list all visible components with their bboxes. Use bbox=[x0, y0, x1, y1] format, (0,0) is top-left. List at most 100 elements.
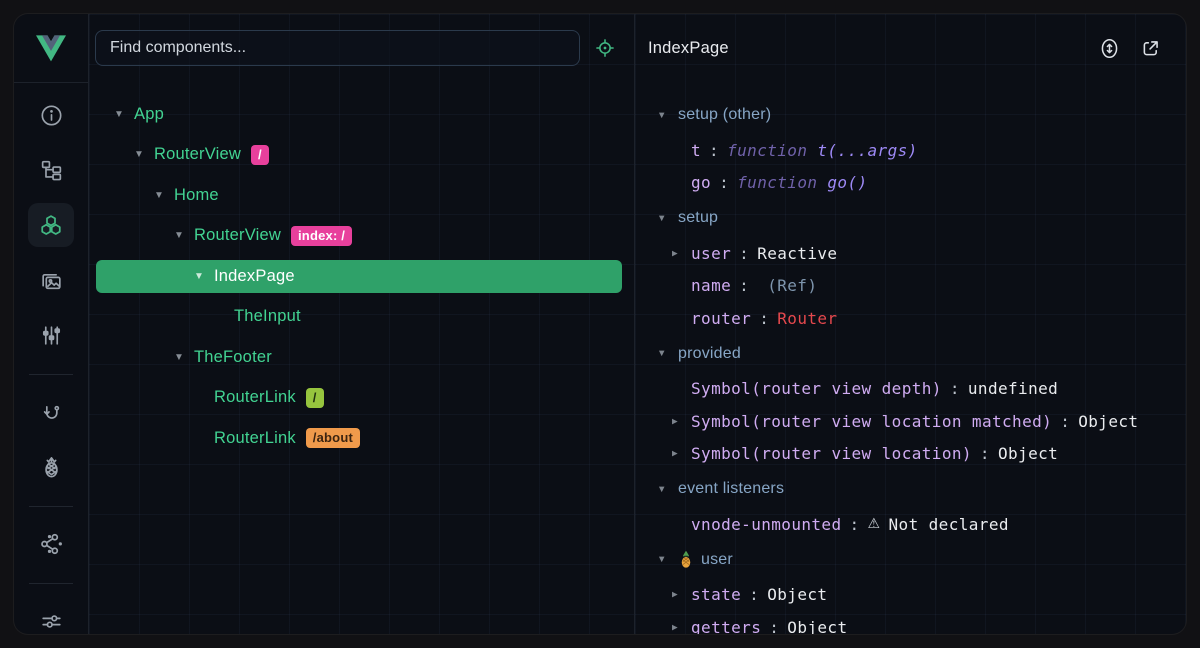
state-row[interactable]: ▶state:Object bbox=[635, 579, 1186, 612]
state-key: getters bbox=[691, 618, 761, 634]
tree-row[interactable]: TheInput bbox=[89, 297, 634, 338]
warning-icon: ⚠ bbox=[868, 516, 881, 532]
tree-row[interactable]: RouterLink/about bbox=[89, 418, 634, 459]
value-type-hint: (Ref) bbox=[767, 276, 817, 295]
component-name: IndexPage bbox=[214, 267, 295, 286]
key-value-separator: : bbox=[761, 618, 787, 634]
caret-right-icon[interactable]: ▶ bbox=[672, 589, 691, 600]
route-badge: /about bbox=[306, 428, 360, 448]
scroll-to-component-icon[interactable] bbox=[1097, 36, 1121, 60]
caret-down-icon[interactable]: ▼ bbox=[657, 348, 670, 359]
state-section: ▼ event listeners vnode-unmounted:⚠Not dec… bbox=[635, 470, 1186, 541]
section-header[interactable]: ▼ user bbox=[635, 541, 1186, 579]
key-value-separator: : bbox=[731, 276, 757, 295]
tree-row[interactable]: ▼App bbox=[89, 94, 634, 135]
caret-down-icon[interactable]: ▼ bbox=[113, 109, 125, 120]
rail-item-timeline[interactable] bbox=[28, 313, 74, 357]
component-name: RouterLink bbox=[214, 388, 296, 407]
state-key: vnode-unmounted bbox=[691, 515, 842, 534]
tree-row[interactable]: ▼ Home bbox=[89, 175, 634, 216]
caret-right-icon[interactable]: ▶ bbox=[672, 622, 691, 633]
caret-down-icon[interactable]: ▼ bbox=[657, 213, 670, 224]
state-key: Symbol(router view location matched) bbox=[691, 412, 1052, 431]
component-tree-icon bbox=[39, 158, 64, 183]
state-section: ▼providedSymbol(router view depth):undef… bbox=[635, 335, 1186, 471]
caret-right-icon[interactable]: ▶ bbox=[672, 248, 691, 259]
pinia-store-icon bbox=[678, 551, 694, 569]
inspector-header: IndexPage bbox=[635, 14, 1186, 82]
state-row: go:functiongo() bbox=[635, 167, 1186, 200]
state-row: t:functiont(...args) bbox=[635, 134, 1186, 167]
state-row: vnode-unmounted:⚠Not declared bbox=[635, 508, 1186, 541]
key-value-separator: : bbox=[731, 244, 757, 263]
caret-down-icon[interactable]: ▼ bbox=[657, 110, 670, 121]
section-header[interactable]: ▼setup bbox=[635, 199, 1186, 237]
rail-item-pinia[interactable] bbox=[28, 445, 74, 489]
route-badge: / bbox=[251, 145, 269, 165]
caret-down-icon[interactable]: ▼ bbox=[153, 190, 165, 201]
state-section: ▼setup (other)t:functiont(...args)go:fun… bbox=[635, 96, 1186, 199]
key-value-separator: : bbox=[842, 515, 868, 534]
caret-down-icon[interactable]: ▼ bbox=[657, 554, 670, 565]
function-signature: go() bbox=[827, 173, 867, 192]
tree-row[interactable]: ▼RouterViewindex: / bbox=[89, 216, 634, 257]
tree-row[interactable]: ▼TheFooter bbox=[89, 337, 634, 378]
component-name: TheInput bbox=[234, 307, 301, 326]
component-name: Home bbox=[174, 186, 219, 205]
tree-row[interactable]: ▼ IndexPage bbox=[96, 260, 622, 293]
rail-bottom-group bbox=[28, 577, 74, 634]
state-row[interactable]: ▶user:Reactive bbox=[635, 237, 1186, 270]
rail-item-settings[interactable] bbox=[28, 599, 74, 634]
caret-right-icon[interactable]: ▶ bbox=[672, 416, 691, 427]
function-keyword: function bbox=[737, 173, 817, 192]
rail-item-components[interactable] bbox=[28, 203, 74, 247]
component-tree-panel: ▼App▼RouterView/▼Home▼RouterViewindex: /… bbox=[89, 14, 635, 634]
state-key: name bbox=[691, 276, 731, 295]
state-section: ▼setup▶user:Reactive name: (Ref) router:Rou… bbox=[635, 199, 1186, 335]
state-key: router bbox=[691, 309, 751, 328]
caret-down-icon[interactable]: ▼ bbox=[173, 230, 185, 241]
caret-right-icon[interactable]: ▶ bbox=[672, 448, 691, 459]
state-value: Object bbox=[1078, 412, 1138, 431]
key-value-separator: : bbox=[711, 173, 737, 192]
state-value: Object bbox=[787, 618, 847, 634]
rail-item-info[interactable] bbox=[28, 93, 74, 137]
components-icon bbox=[38, 214, 64, 237]
state-row[interactable]: ▶Symbol(router view location):Object bbox=[635, 438, 1186, 471]
hooks-icon bbox=[39, 400, 64, 425]
select-component-target-icon[interactable] bbox=[594, 37, 616, 59]
devtools-window: ▼App▼RouterView/▼Home▼RouterViewindex: /… bbox=[14, 14, 1186, 634]
rail-item-graph[interactable] bbox=[28, 522, 74, 566]
component-name: RouterView bbox=[194, 226, 281, 245]
rail-divider bbox=[29, 506, 73, 507]
state-row: name: (Ref) bbox=[635, 270, 1186, 303]
caret-down-icon[interactable]: ▼ bbox=[173, 352, 185, 363]
caret-down-icon[interactable]: ▼ bbox=[193, 271, 205, 282]
section-label: user bbox=[701, 551, 733, 569]
section-header[interactable]: ▼ provided bbox=[635, 335, 1186, 373]
state-value: Object bbox=[767, 585, 827, 604]
caret-down-icon[interactable]: ▼ bbox=[133, 149, 145, 160]
section-header[interactable]: ▼setup (other) bbox=[635, 96, 1186, 134]
section-header[interactable]: ▼ event listeners bbox=[635, 470, 1186, 508]
component-name: RouterLink bbox=[214, 429, 296, 448]
state-row[interactable]: ▶Symbol(router view location matched):Ob… bbox=[635, 405, 1186, 438]
section-label: event listeners bbox=[678, 480, 784, 498]
open-in-editor-icon[interactable] bbox=[1138, 36, 1162, 60]
tree-row[interactable]: ▼RouterView/ bbox=[89, 135, 634, 176]
key-value-separator: : bbox=[1052, 412, 1078, 431]
rail-item-assets[interactable] bbox=[28, 258, 74, 302]
rail-item-component-tree[interactable] bbox=[28, 148, 74, 192]
rail-divider bbox=[29, 374, 73, 375]
rail-item-hooks[interactable] bbox=[28, 390, 74, 434]
search-input[interactable] bbox=[95, 30, 580, 66]
state-row: router:Router bbox=[635, 302, 1186, 335]
key-value-separator: : bbox=[701, 141, 727, 160]
state-row[interactable]: ▶getters:Object bbox=[635, 611, 1186, 634]
caret-down-icon[interactable]: ▼ bbox=[657, 484, 670, 495]
state-key: Symbol(router view depth) bbox=[691, 379, 942, 398]
info-icon bbox=[39, 103, 64, 128]
tree-row[interactable]: RouterLink/ bbox=[89, 378, 634, 419]
section-label: provided bbox=[678, 345, 741, 363]
component-tree: ▼App▼RouterView/▼Home▼RouterViewindex: /… bbox=[89, 82, 634, 459]
